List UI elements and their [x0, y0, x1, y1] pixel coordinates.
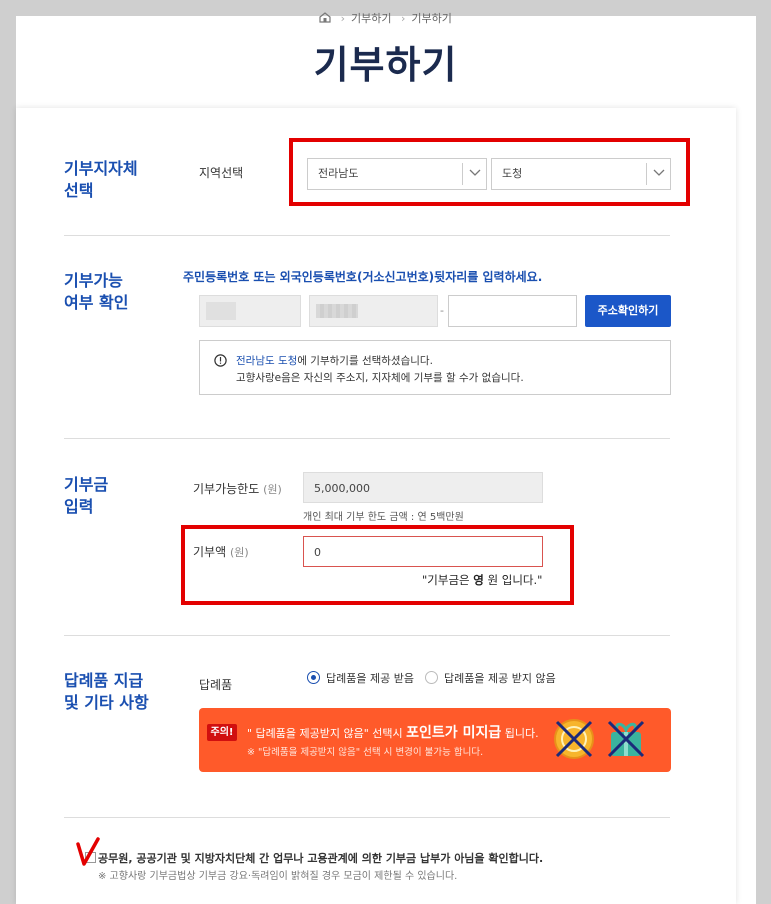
id-back-input[interactable] [448, 295, 577, 327]
info-highlight: 전라남도 도청 [236, 355, 298, 367]
agreement-note: ※ 고향사랑 기부금법상 기부금 강요·독려임이 밝혀질 경우 모금이 제한될 … [98, 871, 458, 882]
warning-banner: 주의! " 답례품을 제공받지 않음" 선택시 포인트가 미지급 됩니다. ※ … [199, 708, 671, 772]
section-title-eligibility: 기부가능 여부 확인 [64, 271, 129, 312]
breadcrumb: › 기부하기 › 기부하기 [0, 10, 771, 26]
divider [64, 235, 670, 236]
info-box: 전라남도 도청에 기부하기를 선택하셨습니다. 고향사랑e음은 자신의 주소지,… [199, 340, 671, 395]
limit-hint: 개인 최대 기부 한도 금액 : 연 5백만원 [303, 512, 464, 523]
radio-dot-selected [307, 671, 320, 684]
id-dash: - [440, 304, 444, 317]
section-title-region: 기부지자체 선택 [64, 159, 138, 200]
radio-dot [425, 671, 438, 684]
gift-label: 답례품 [199, 678, 233, 692]
agreement-text: 공무원, 공공기관 및 지방자치단체 간 업무나 고용관계에 의한 기부금 납부… [98, 852, 544, 865]
highlight-box-region [289, 138, 690, 206]
breadcrumb-item-current: 기부하기 [411, 12, 452, 25]
divider [64, 635, 670, 636]
limit-label: 기부가능한도 (원) [193, 482, 282, 496]
id-instruction: 주민등록번호 또는 외국인등록번호(거소신고번호)뒷자리를 입력하세요. [183, 270, 543, 284]
radio-decline-gift[interactable]: 답례품을 제공 받지 않음 [425, 670, 556, 686]
section-title-gift: 답례품 지급 및 기타 사항 [64, 671, 149, 712]
divider [64, 438, 670, 439]
banner-line1: " 답례품을 제공받지 않음" 선택시 포인트가 미지급 됩니다. [247, 725, 539, 741]
gift-icon [607, 720, 645, 758]
info-line2: 고향사랑e음은 자신의 주소지, 지자체에 기부를 할 수가 없습니다. [236, 372, 524, 384]
id-front-input [199, 295, 301, 327]
page-title: 기부하기 [313, 43, 458, 87]
breadcrumb-item[interactable]: 기부하기 [351, 12, 391, 25]
section-title-amount: 기부금 입력 [64, 475, 109, 516]
highlight-box-amount [181, 525, 574, 605]
limit-value-field: 5,000,000 [303, 472, 543, 503]
info-line1: 에 기부하기를 선택하셨습니다. [297, 355, 433, 367]
coin-icon [554, 719, 594, 759]
region-label: 지역선택 [199, 166, 244, 180]
banner-line2: ※ "답례품을 제공받지 않음" 선택 시 변경이 불가능 합니다. [247, 747, 484, 758]
id-back-first-input [309, 295, 438, 327]
form-card [16, 108, 736, 904]
divider [64, 817, 670, 818]
radio-receive-gift[interactable]: 답례품을 제공 받음 [307, 670, 414, 686]
warning-badge: 주의! [207, 724, 237, 741]
address-check-button[interactable]: 주소확인하기 [585, 295, 671, 327]
info-circle-icon [214, 354, 227, 367]
home-icon[interactable] [319, 12, 331, 23]
